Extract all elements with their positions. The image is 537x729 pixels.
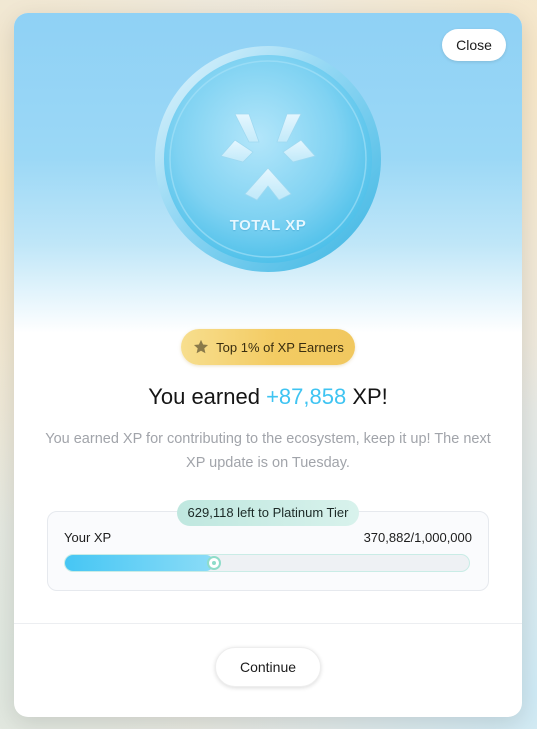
xp-description: You earned XP for contributing to the ec…	[45, 431, 491, 471]
coin-label: TOTAL XP	[229, 217, 307, 234]
xp-earned-modal: Close TOTAL XP Top 1% of XP Earners You …	[14, 13, 522, 717]
tier-remaining-pill: 629,118 left to Platinum Tier	[177, 500, 359, 526]
rank-badge: Top 1% of XP Earners	[181, 329, 355, 365]
your-xp-label: Your XP	[64, 530, 112, 545]
xp-progress-bar	[64, 554, 470, 572]
xp-total-value: 370,882/1,000,000	[363, 530, 472, 545]
continue-button[interactable]: Continue	[215, 647, 321, 687]
title-prefix: You earned	[148, 384, 267, 409]
xp-progress-fill	[65, 555, 215, 571]
footer-divider	[14, 623, 522, 624]
star-icon	[194, 339, 209, 354]
progress-thumb-icon	[207, 556, 222, 570]
badge-label: Top 1% of XP Earners	[216, 339, 344, 355]
xp-amount: +87,858	[266, 384, 347, 409]
total-xp-coin: TOTAL XP	[153, 44, 383, 274]
xp-earned-title: You earned +87,858 XP!	[14, 384, 522, 410]
title-suffix: XP!	[346, 384, 388, 409]
close-button[interactable]: Close	[442, 29, 506, 61]
total-xp-logo-icon	[155, 46, 381, 272]
